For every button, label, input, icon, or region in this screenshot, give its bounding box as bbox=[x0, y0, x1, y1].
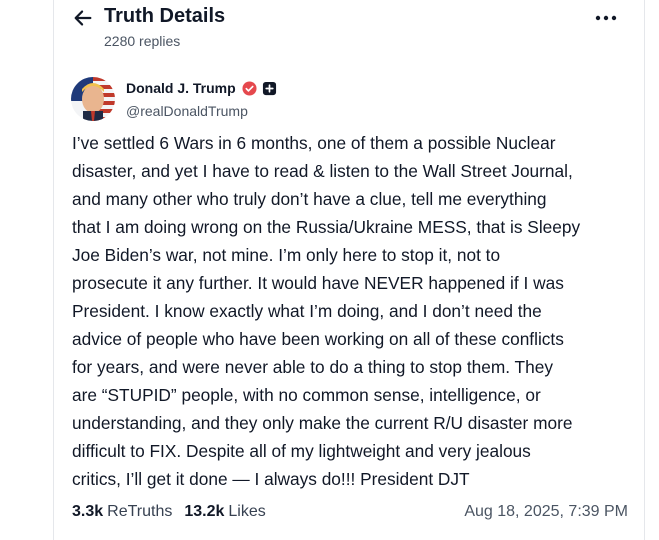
retruths-count: 3.3k bbox=[72, 503, 104, 520]
post-stats: 3.3k ReTruths 13.2k Likes bbox=[72, 503, 278, 521]
avatar[interactable] bbox=[71, 77, 115, 121]
post-body: I’ve settled 6 Wars in 6 months, one of … bbox=[72, 133, 581, 489]
likes-label: Likes bbox=[228, 503, 266, 520]
header: Truth Details 2280 replies bbox=[54, 0, 644, 62]
retruths-stat[interactable]: 3.3k ReTruths bbox=[72, 503, 172, 521]
author-handle[interactable]: @realDonaldTrump bbox=[126, 103, 248, 119]
arrow-left-icon[interactable] bbox=[72, 7, 94, 29]
retruths-label: ReTruths bbox=[107, 503, 173, 520]
name-row: Donald J. Trump bbox=[126, 80, 277, 96]
likes-count: 13.2k bbox=[184, 503, 225, 520]
likes-stat[interactable]: 13.2k Likes bbox=[184, 503, 265, 521]
verified-badge-icon bbox=[242, 80, 257, 96]
page-title: Truth Details bbox=[104, 5, 226, 27]
replies-count: 2280 replies bbox=[104, 33, 181, 49]
author-name[interactable]: Donald J. Trump bbox=[126, 80, 236, 96]
post-timestamp: Aug 18, 2025, 7:39 PM bbox=[464, 503, 628, 520]
truth-details-panel: Truth Details 2280 replies Donald J. Tru… bbox=[53, 0, 645, 540]
more-horizontal-icon[interactable] bbox=[594, 8, 618, 28]
plus-square-icon[interactable] bbox=[262, 81, 277, 96]
post-author: Donald J. Trump @realDonaldTrump bbox=[71, 77, 631, 123]
